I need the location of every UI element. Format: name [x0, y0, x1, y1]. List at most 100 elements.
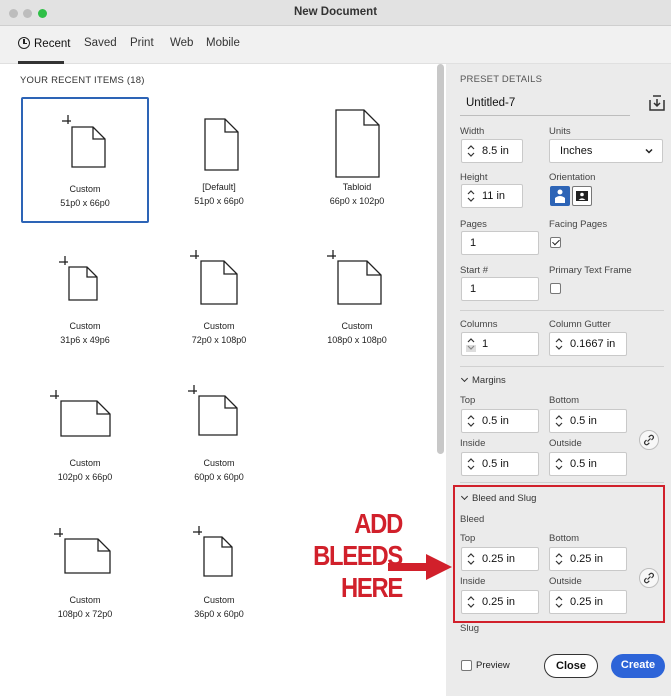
margin-outside-value: 0.5 in — [570, 458, 597, 470]
units-label: Units — [549, 126, 571, 137]
recent-item[interactable]: Custom 60p0 x 60p0 — [155, 373, 283, 499]
recent-item[interactable]: Custom 102p0 x 66p0 — [21, 373, 149, 499]
stepper-icon[interactable] — [554, 456, 564, 472]
create-button[interactable]: Create — [611, 654, 665, 678]
preview-checkbox[interactable] — [461, 660, 472, 671]
columns-value: 1 — [482, 338, 489, 350]
margin-bottom-field[interactable]: 0.5 in — [549, 409, 627, 433]
stepper-icon[interactable] — [554, 336, 564, 352]
margin-inside-field[interactable]: 0.5 in — [461, 452, 539, 476]
tab-recent[interactable]: Recent — [18, 37, 70, 50]
recent-item[interactable]: Custom 31p6 x 49p6 — [21, 236, 149, 362]
recent-item[interactable]: Custom 108p0 x 108p0 — [293, 236, 421, 362]
margin-inside-label: Inside — [460, 438, 486, 449]
item-size: 108p0 x 108p0 — [327, 335, 387, 345]
units-select[interactable]: Inches — [549, 139, 663, 163]
recent-items-heading: YOUR RECENT ITEMS (18) — [20, 75, 145, 86]
stepper-icon[interactable] — [466, 188, 476, 204]
stepper-icon[interactable] — [466, 456, 476, 472]
title-bar: New Document — [0, 0, 671, 26]
recent-count: (18) — [126, 75, 145, 86]
scrollbar-thumb[interactable] — [437, 64, 444, 454]
margin-outside-field[interactable]: 0.5 in — [549, 452, 627, 476]
page-with-bleed-icon — [193, 526, 233, 577]
recent-item[interactable]: [Default] 51p0 x 66p0 — [155, 97, 283, 223]
height-value: 11 in — [482, 190, 506, 202]
item-size: 102p0 x 66p0 — [57, 472, 113, 482]
preview-label: Preview — [476, 660, 510, 671]
item-size: 60p0 x 60p0 — [194, 472, 244, 482]
recent-item[interactable]: Tabloid 66p0 x 102p0 — [293, 97, 421, 223]
margin-outside-label: Outside — [549, 438, 582, 449]
column-gutter-label: Column Gutter — [549, 319, 611, 330]
tab-web[interactable]: Web — [170, 37, 193, 49]
margins-heading: Margins — [472, 375, 506, 386]
item-name: Custom — [203, 595, 235, 605]
start-page-field[interactable]: 1 — [461, 277, 539, 301]
landscape-orientation-button[interactable] — [572, 186, 592, 206]
page-with-bleed-icon — [59, 256, 98, 301]
margin-top-label: Top — [460, 395, 476, 406]
columns-field[interactable]: 1 — [461, 332, 539, 356]
item-name: Custom — [341, 321, 373, 331]
annotation-text: ADD BLEEDS HERE — [300, 508, 403, 604]
pages-label: Pages — [460, 219, 487, 230]
width-label: Width — [460, 126, 485, 137]
chevron-down-icon — [460, 374, 469, 383]
item-size: 72p0 x 108p0 — [191, 335, 247, 345]
pages-field[interactable]: 1 — [461, 231, 539, 255]
page-icon — [204, 118, 239, 171]
item-size: 66p0 x 102p0 — [329, 196, 385, 206]
facing-pages-checkbox[interactable] — [550, 237, 561, 248]
tab-recent-label: Recent — [34, 38, 71, 50]
height-field[interactable]: 11 in — [461, 184, 523, 208]
divider — [460, 366, 664, 367]
divider — [460, 482, 664, 483]
item-size: 108p0 x 72p0 — [57, 609, 113, 619]
link-margins-button[interactable] — [639, 430, 659, 450]
recent-item[interactable]: Custom 36p0 x 60p0 — [155, 510, 283, 636]
width-field[interactable]: 8.5 in — [461, 139, 523, 163]
tab-print[interactable]: Print — [130, 37, 154, 49]
annotation-line-3: HERE — [340, 572, 403, 603]
dialog-footer: Preview Close Create — [446, 640, 671, 696]
recent-item[interactable]: Custom 108p0 x 72p0 — [21, 510, 149, 636]
save-preset-icon[interactable] — [648, 94, 666, 112]
margin-top-field[interactable]: 0.5 in — [461, 409, 539, 433]
stepper-icon[interactable] — [466, 413, 476, 429]
page-with-bleed-icon — [327, 250, 382, 305]
item-name: Custom — [69, 184, 101, 194]
recent-heading-text: YOUR RECENT ITEMS — [20, 75, 125, 86]
item-name: Custom — [203, 458, 235, 468]
tab-mobile[interactable]: Mobile — [206, 37, 240, 49]
landscape-page-with-bleed-icon — [50, 390, 111, 437]
item-name: Tabloid — [342, 182, 372, 192]
portrait-orientation-button[interactable] — [550, 186, 570, 206]
chain-link-icon — [644, 434, 654, 446]
margins-section-toggle[interactable]: Margins — [460, 374, 506, 386]
column-gutter-field[interactable]: 0.1667 in — [549, 332, 627, 356]
landscape-page-with-bleed-icon — [54, 528, 111, 574]
close-button[interactable]: Close — [544, 654, 598, 678]
stepper-icon[interactable] — [466, 143, 476, 159]
primary-text-frame-label: Primary Text Frame — [549, 265, 632, 276]
tab-saved[interactable]: Saved — [84, 37, 117, 49]
item-size: 51p0 x 66p0 — [60, 198, 110, 208]
page-icon — [335, 109, 380, 178]
item-name: Custom — [69, 321, 101, 331]
columns-label: Columns — [460, 319, 498, 330]
recent-item[interactable]: Custom 72p0 x 108p0 — [155, 236, 283, 362]
primary-text-frame-checkbox[interactable] — [550, 283, 561, 294]
page-with-bleed-icon — [190, 250, 238, 305]
portrait-icon — [555, 189, 565, 203]
recent-item[interactable]: Custom 51p0 x 66p0 — [21, 97, 149, 223]
item-size: 36p0 x 60p0 — [194, 609, 244, 619]
stepper-icon[interactable] — [466, 336, 476, 352]
item-name: Custom — [69, 595, 101, 605]
start-label: Start # — [460, 265, 488, 276]
preset-name-field[interactable]: Untitled-7 — [460, 94, 630, 116]
annotation-line-2: BLEEDS — [313, 540, 403, 571]
window-title: New Document — [293, 6, 378, 18]
page-with-bleed-icon — [62, 115, 106, 168]
stepper-icon[interactable] — [554, 413, 564, 429]
